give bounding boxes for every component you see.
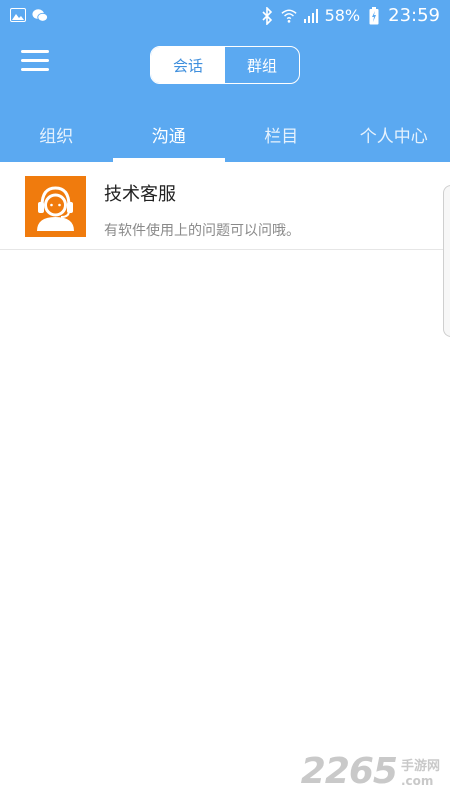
tab-sessions[interactable]: 会话: [151, 47, 225, 83]
conversation-group-toggle: 会话 群组: [150, 46, 300, 84]
tab-communication[interactable]: 沟通: [112, 106, 226, 162]
watermark-site-name: 手游网: [400, 759, 440, 774]
tab-groups[interactable]: 群组: [225, 47, 299, 83]
gallery-icon: [10, 7, 26, 23]
menu-icon[interactable]: [21, 50, 49, 72]
main-tabs: 组织 沟通 栏目 个人中心: [0, 106, 450, 162]
conversation-title: 技术客服: [104, 184, 176, 205]
watermark-domain: .com: [400, 774, 434, 788]
tab-organization[interactable]: 组织: [0, 106, 113, 162]
edge-panel-handle[interactable]: [443, 185, 450, 337]
conversation-list: 技术客服 有软件使用上的问题可以问哦。: [0, 162, 450, 250]
avatar: [25, 176, 86, 237]
conversation-preview: 有软件使用上的问题可以问哦。: [104, 223, 300, 239]
bluetooth-icon: [259, 6, 275, 25]
watermark-number: 2265: [300, 751, 398, 792]
battery-percent: 58%: [324, 6, 361, 25]
list-item[interactable]: 技术客服 有软件使用上的问题可以问哦。: [0, 162, 450, 250]
watermark-logo: 2265 手游网 .com: [301, 751, 440, 792]
tab-columns[interactable]: 栏目: [225, 106, 338, 162]
wechat-icon: [32, 7, 48, 23]
wifi-icon: [280, 8, 297, 24]
tab-personal-center[interactable]: 个人中心: [338, 106, 450, 162]
status-bar: 58% 23:59: [0, 0, 450, 32]
clock: 23:59: [388, 5, 440, 26]
customer-service-headset-icon: [37, 186, 74, 231]
signal-icon: [303, 8, 319, 24]
battery-charging-icon: [366, 6, 382, 24]
